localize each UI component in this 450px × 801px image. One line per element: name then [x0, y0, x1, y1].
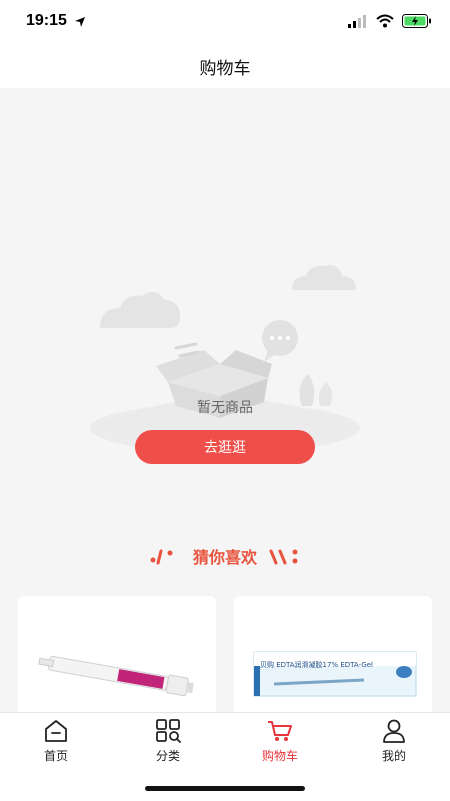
tab-label: 我的: [381, 749, 406, 763]
empty-cart-area: 暂无商品 去逛逛: [0, 88, 450, 518]
decor-left-icon: [150, 549, 173, 565]
product-card[interactable]: 贝购 EDTA润滑凝胶17% EDTA-Gel: [234, 596, 432, 726]
tab-label: 购物车: [261, 749, 298, 763]
tab-category[interactable]: 分类: [112, 719, 224, 771]
user-icon: [383, 719, 405, 743]
page-title: 购物车: [199, 58, 251, 79]
empty-cart-message: 暂无商品: [197, 400, 253, 416]
battery-icon: [402, 14, 431, 28]
location-arrow-icon: [75, 17, 85, 27]
signal-icon: [348, 15, 366, 28]
tab-home[interactable]: 首页: [0, 719, 112, 771]
tab-label: 首页: [43, 749, 68, 763]
product-card[interactable]: [18, 596, 216, 726]
nav-bar: 购物车: [0, 44, 450, 88]
recommend-title: 猜你喜欢: [192, 548, 257, 567]
decor-right-icon: [269, 549, 298, 565]
home-icon: [45, 720, 67, 742]
home-indicator: [145, 786, 305, 791]
status-time: 19:15: [26, 12, 67, 29]
tab-profile[interactable]: 我的: [338, 719, 450, 771]
status-bar: 19:15: [0, 0, 450, 44]
tab-cart[interactable]: 购物车: [224, 719, 336, 771]
go-shopping-button[interactable]: 去逛逛: [135, 430, 315, 464]
category-icon: [156, 719, 181, 743]
cart-icon: [268, 721, 292, 741]
wifi-icon: [376, 14, 394, 28]
recommend-heading: 猜你喜欢: [0, 544, 450, 568]
tab-label: 分类: [155, 749, 180, 763]
product-image-label: 贝购 EDTA润滑凝胶17% EDTA-Gel: [260, 661, 373, 669]
status-icons: [348, 14, 432, 28]
syringe-product-image: [38, 655, 194, 697]
